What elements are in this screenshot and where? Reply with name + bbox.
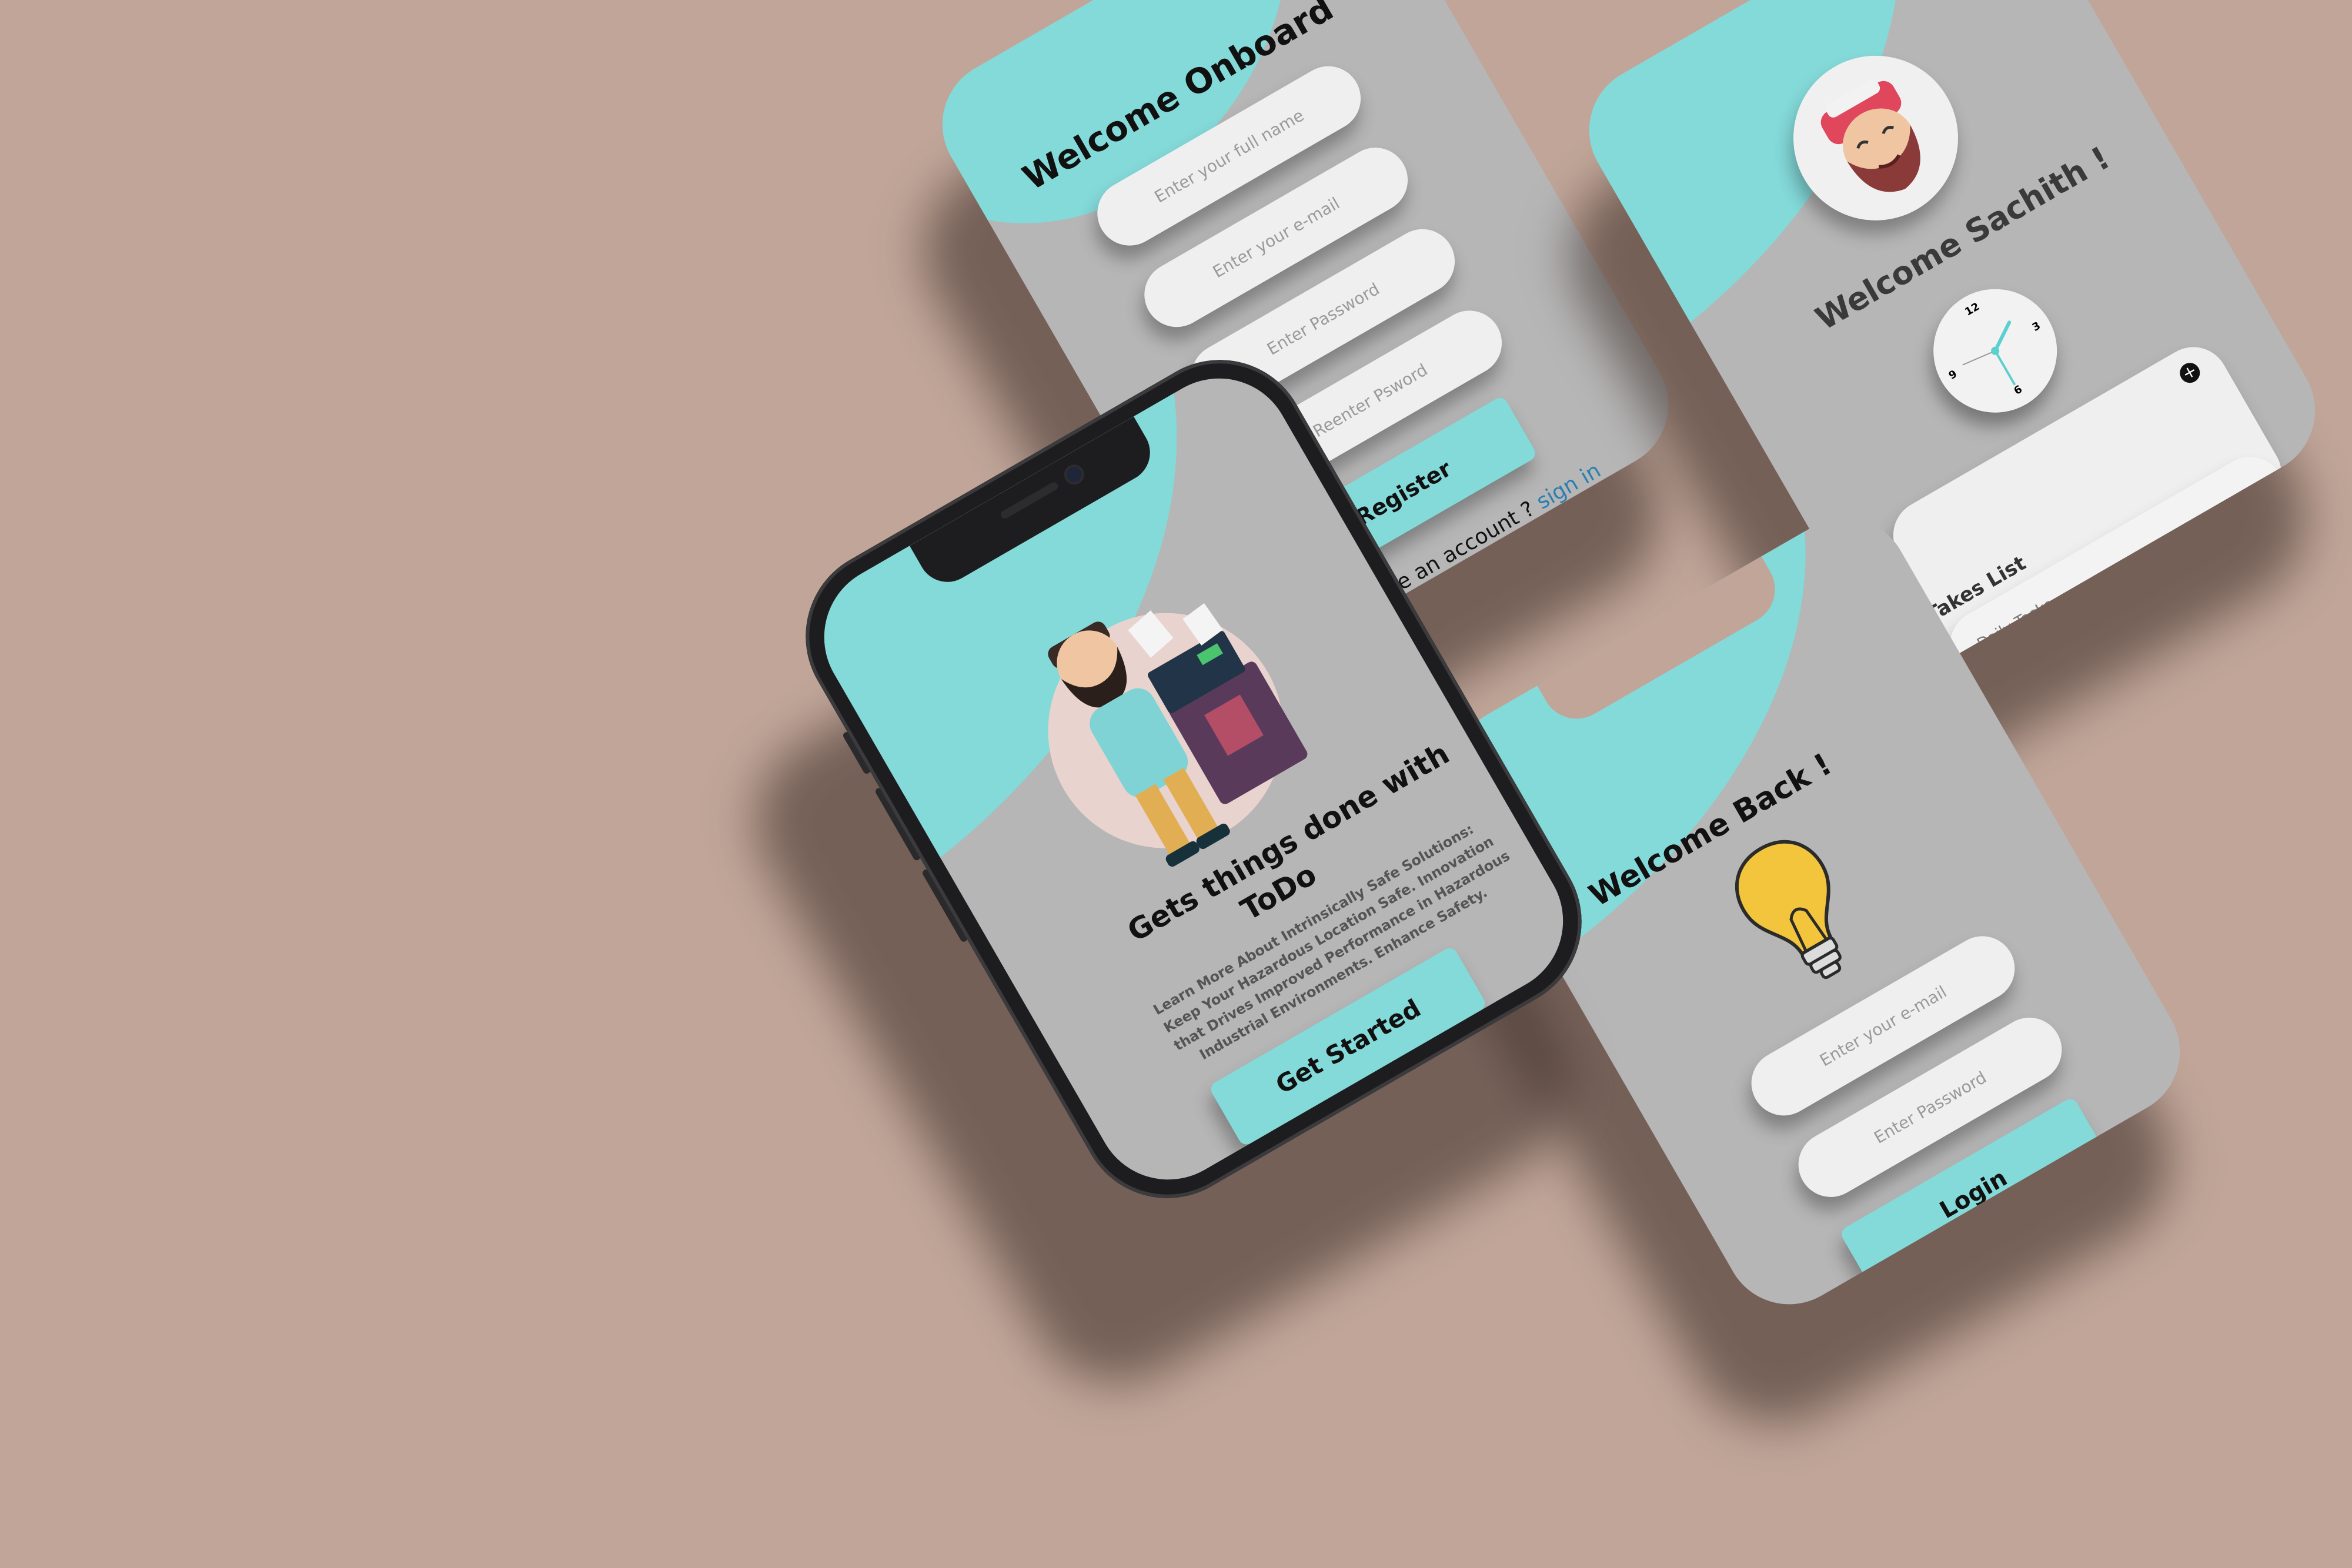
dashboard-screen: Welcome Sachith ! 12 3 6 9 + Takes List … <box>1538 0 2339 815</box>
clock-widget: 12 3 6 9 <box>1910 266 2080 436</box>
mockup-scene: Welcome Onboard Enter your full name Ent… <box>0 0 2352 1568</box>
clock-hands <box>1962 320 2016 386</box>
light-bulb-icon <box>1706 814 1887 1011</box>
plus-circle-icon[interactable]: + <box>2176 359 2204 387</box>
front-camera <box>1064 464 1085 485</box>
